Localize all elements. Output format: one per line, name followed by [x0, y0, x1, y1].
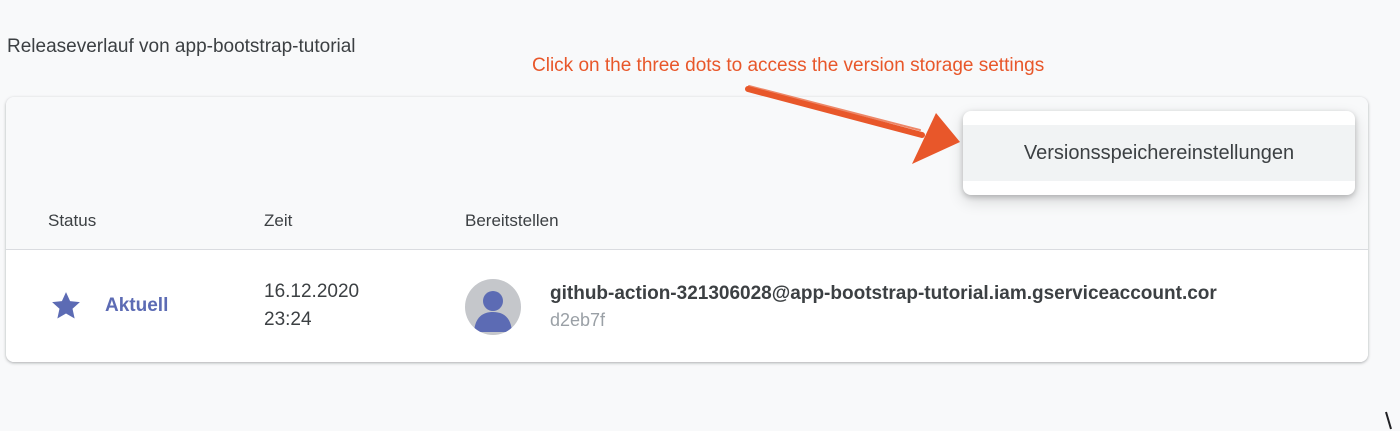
star-icon	[52, 292, 80, 319]
annotation-text: Click on the three dots to access the ve…	[532, 55, 1045, 76]
release-time: 23:24	[264, 309, 312, 330]
release-history-page: Releaseverlauf von app-bootstrap-tutoria…	[0, 0, 1400, 431]
page-title: Releaseverlauf von app-bootstrap-tutoria…	[7, 36, 356, 57]
deploy-account: github-action-321306028@app-bootstrap-tu…	[550, 283, 1217, 304]
user-avatar-icon	[465, 279, 521, 335]
annotation-arrow-icon	[745, 85, 960, 164]
menu-item-version-storage-settings[interactable]: Versionsspeichereinstellungen	[963, 125, 1355, 181]
deploy-hash: d2eb7f	[550, 310, 606, 330]
column-header-status: Status	[48, 211, 97, 230]
overflow-menu: Versionsspeichereinstellungen	[963, 111, 1355, 195]
column-header-time: Zeit	[264, 211, 293, 230]
column-header-deploy: Bereitstellen	[465, 211, 559, 230]
status-label: Aktuell	[105, 295, 169, 316]
cursor-mark-icon	[1385, 411, 1392, 430]
release-date: 16.12.2020	[264, 281, 360, 302]
table-row[interactable]: Aktuell 16.12.2020 23:24 github-action-3…	[6, 250, 1368, 362]
